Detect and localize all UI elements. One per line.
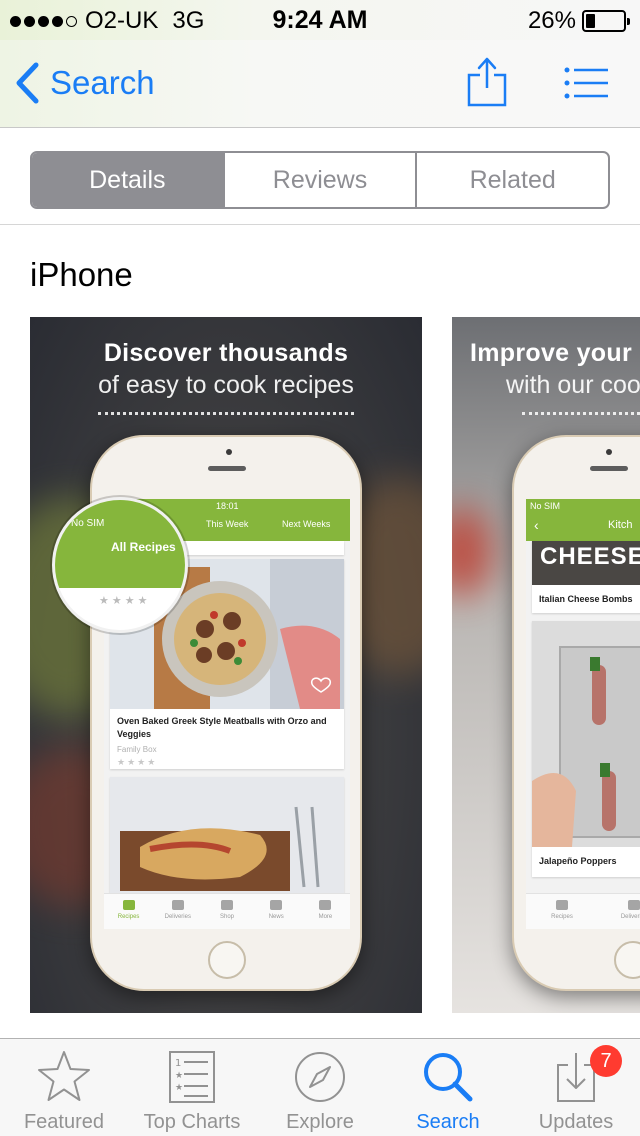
- chevron-left-icon: [16, 62, 39, 104]
- battery-fill: [586, 14, 595, 28]
- app-back-chevron-icon: ‹: [534, 517, 539, 533]
- svg-text:★: ★: [175, 1071, 183, 1081]
- dotted-divider: [98, 412, 354, 415]
- app-header: No SIM ‹ Kitch: [526, 499, 640, 541]
- recipe-banner-text: CHEESE: [540, 543, 640, 570]
- section-title: iPhone: [30, 256, 133, 293]
- recipe-card: CHEESE Italian Cheese Bombs: [532, 541, 640, 613]
- app-tab-deliveries: Deliveries: [598, 894, 640, 929]
- recipe-title: Italian Cheese Bombs: [539, 594, 633, 604]
- list-icon[interactable]: [564, 66, 610, 100]
- phone-home-button: [208, 941, 246, 979]
- phone-speaker: [208, 466, 246, 471]
- segment-details[interactable]: Details: [32, 153, 225, 207]
- magnifier-rating: ★★★★: [99, 595, 151, 607]
- battery-percent: 26%: [527, 7, 576, 34]
- tab-top-charts-label: Top Charts: [143, 1111, 241, 1133]
- tab-updates-label: Updates: [538, 1111, 614, 1133]
- battery-icon: [582, 10, 630, 32]
- back-button-label: Search: [50, 64, 155, 101]
- segment-reviews[interactable]: Reviews: [225, 153, 418, 207]
- phone-mockup: No SIM ‹ Kitch CHEESE Italian Cheese Bom…: [512, 435, 640, 991]
- app-tab-this-week: This Week: [206, 519, 249, 529]
- phone-speaker: [590, 466, 628, 471]
- recipe-card: [110, 777, 344, 897]
- app-tab-recipes: Recipes: [526, 894, 598, 929]
- app-tab-deliveries: Deliveries: [153, 894, 202, 929]
- screenshot-headline: Improve your: [470, 339, 632, 367]
- back-button[interactable]: Search: [14, 62, 155, 104]
- phone-home-button: [614, 941, 640, 979]
- phone-camera: [606, 449, 612, 455]
- magnifier-callout: No SIM All Recipes ★★★★: [52, 497, 188, 633]
- svg-text:★: ★: [175, 1083, 183, 1093]
- app-tab-next-weeks: Next Weeks: [282, 519, 331, 529]
- recipe-box-type: Family Box: [117, 745, 157, 754]
- dotted-divider: [522, 412, 640, 415]
- tab-explore[interactable]: Explore: [256, 1039, 384, 1136]
- star-icon: [38, 1051, 90, 1101]
- tab-explore-label: Explore: [286, 1111, 354, 1133]
- screenshot-2[interactable]: Improve your with our coo No SIM ‹ Kitch…: [452, 317, 640, 1013]
- recipe-card: Jalapeño Poppers: [532, 621, 640, 877]
- app-status-carrier: No SIM: [530, 501, 561, 511]
- svg-text:1: 1: [175, 1058, 181, 1069]
- screenshot-headline: Discover thousands: [103, 339, 349, 367]
- magnifier-tab-all-recipes: All Recipes: [111, 540, 176, 554]
- phone-camera: [226, 449, 232, 455]
- share-icon[interactable]: [466, 54, 508, 108]
- tab-search-label: Search: [416, 1111, 480, 1133]
- app-tab-shop: Shop: [202, 894, 251, 929]
- app-tab-bar: Recipes Deliveries: [526, 893, 640, 929]
- screenshot-subheadline: of easy to cook recipes: [98, 371, 354, 399]
- status-right: 26%: [527, 7, 630, 35]
- tab-featured-label: Featured: [23, 1111, 105, 1133]
- list-icon: 1 ★ ★: [169, 1051, 215, 1103]
- recipe-image: [110, 777, 344, 897]
- background-blur: [452, 507, 492, 597]
- tab-bar: Featured 1 ★ ★ Top Charts Explore Search: [0, 1038, 640, 1136]
- recipe-rating: ★★★★: [117, 757, 158, 767]
- segment-area: Details Reviews Related: [0, 129, 640, 225]
- tab-updates[interactable]: 7 Updates: [512, 1039, 640, 1136]
- screenshot-subheadline: with our coo: [506, 371, 640, 399]
- recipe-title: Jalapeño Poppers: [539, 856, 617, 866]
- status-bar: O2-UK 3G 9:24 AM 26%: [0, 0, 640, 40]
- phone-screen: No SIM ‹ Kitch CHEESE Italian Cheese Bom…: [526, 499, 640, 929]
- screenshot-1[interactable]: Discover thousands of easy to cook recip…: [30, 317, 422, 1013]
- tab-search[interactable]: Search: [384, 1039, 512, 1136]
- app-header-title: Kitch: [608, 519, 633, 531]
- magnifier-carrier: No SIM: [71, 518, 105, 529]
- updates-badge: 7: [590, 1045, 622, 1077]
- app-tab-more: More: [301, 894, 350, 929]
- app-tab-bar: Recipes Deliveries Shop News More: [104, 893, 350, 929]
- recipe-image: [532, 621, 640, 847]
- compass-icon: [295, 1052, 345, 1102]
- app-status-time: 18:01: [216, 501, 239, 511]
- segment-related[interactable]: Related: [417, 153, 608, 207]
- search-icon: [424, 1053, 473, 1102]
- tab-top-charts[interactable]: 1 ★ ★ Top Charts: [128, 1039, 256, 1136]
- tab-featured[interactable]: Featured: [0, 1039, 128, 1136]
- app-tab-news: News: [252, 894, 301, 929]
- recipe-title: Oven Baked Greek Style Meatballs with Or…: [117, 716, 327, 739]
- segmented-control: Details Reviews Related: [30, 151, 610, 209]
- navigation-bar: Search: [0, 40, 640, 128]
- app-tab-recipes: Recipes: [104, 894, 153, 929]
